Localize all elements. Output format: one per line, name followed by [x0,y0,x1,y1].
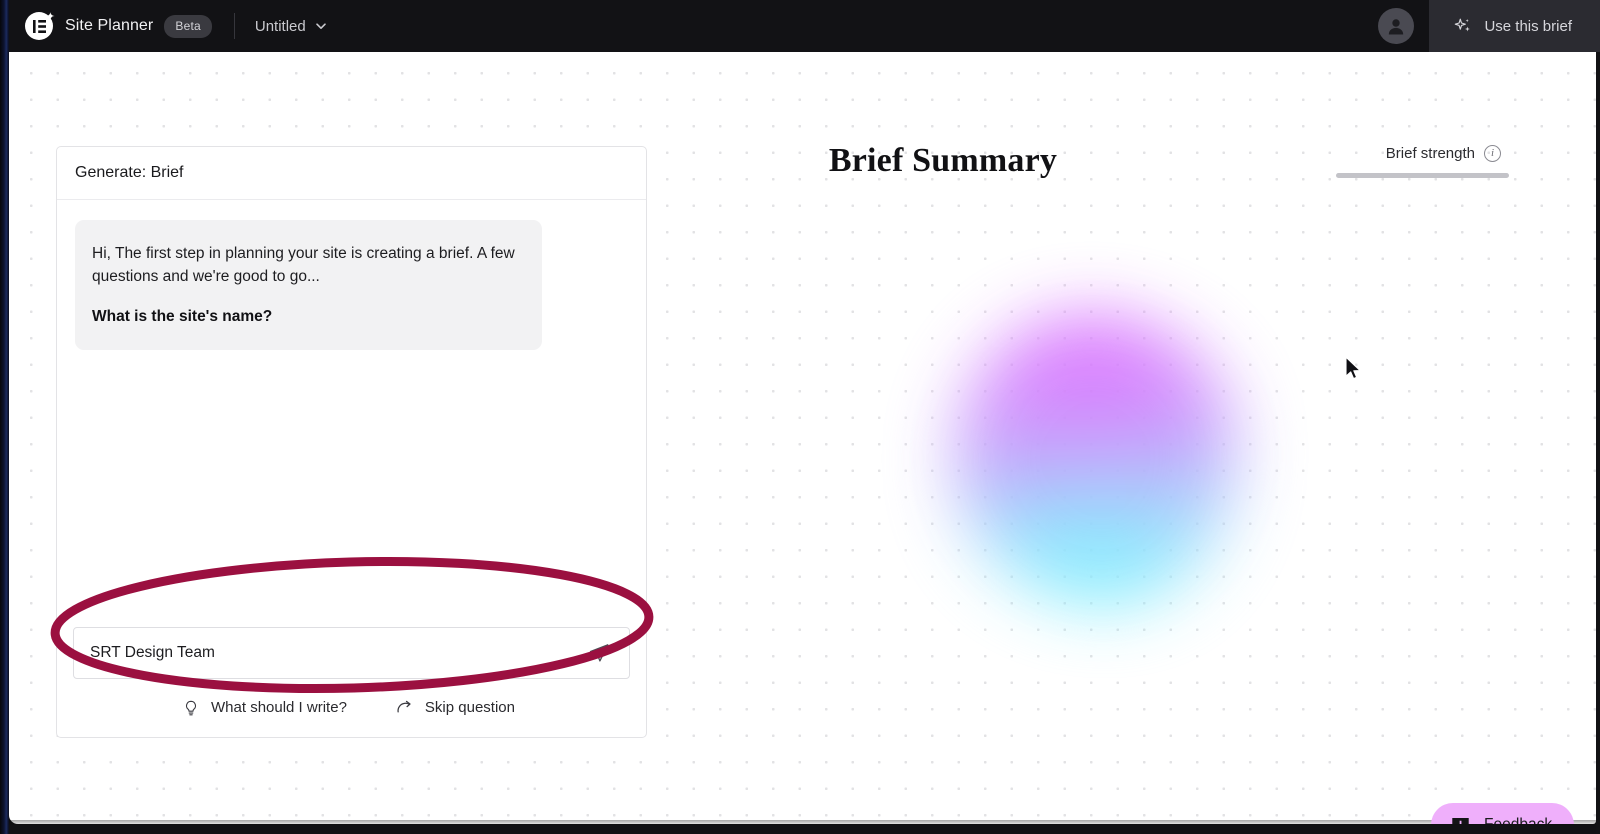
send-button[interactable] [585,639,613,667]
app-brand-name: Site Planner [65,17,154,34]
planner-canvas: Brief Summary Brief strength i Generate:… [9,52,1596,824]
assistant-intro-text: Hi, The first step in planning your site… [92,245,515,285]
assistant-question-text: What is the site's name? [92,308,273,325]
top-app-bar: ✦ Site Planner Beta Untitled Use this br… [9,0,1600,52]
what-should-i-write-label: What should I write? [211,699,347,716]
topbar-divider [233,13,235,39]
skip-question-label: Skip question [424,699,515,716]
user-avatar-icon [1389,19,1404,35]
lightbulb-icon [186,700,196,715]
topbar-left-group: ✦ Site Planner Beta Untitled [9,0,328,52]
panel-body: Hi, The first step in planning your site… [57,200,646,737]
mouse-pointer-icon [1345,356,1361,380]
brief-strength-header: Brief strength i [1309,145,1509,162]
beta-badge: Beta [164,14,212,38]
avatar[interactable] [1378,8,1415,44]
sparkle-icon: ✦ [45,10,55,23]
panel-header: Generate: Brief [57,147,646,200]
brief-summary-title: Brief Summary [828,142,1058,179]
document-title: Untitled [254,17,306,35]
feedback-label: Feedback [1484,816,1552,824]
topbar-right-group: Use this brief [1378,0,1600,52]
skip-question-button[interactable]: Skip question [395,698,515,717]
brief-summary-gradient-blob [954,314,1236,606]
window-right-edge [1596,52,1600,834]
brief-strength-label: Brief strength [1385,145,1475,162]
elementor-logo-icon[interactable]: ✦ [24,10,55,41]
app-window: ✦ Site Planner Beta Untitled Use this br… [0,0,1600,834]
document-title-dropdown[interactable]: Untitled [255,18,328,35]
window-left-edge [0,0,9,834]
panel-title: Generate: Brief [75,164,184,181]
ai-sparkles-icon [1455,18,1471,32]
assistant-message-bubble: Hi, The first step in planning your site… [75,220,542,350]
use-this-brief-button[interactable]: Use this brief [1429,0,1600,52]
generate-brief-panel: Generate: Brief Hi, The first step in pl… [56,146,647,738]
elementor-glyph-icon [32,19,46,33]
brief-strength-progress-track [1336,173,1509,178]
use-this-brief-label: Use this brief [1484,17,1572,35]
chevron-down-icon [315,23,326,29]
skip-arrow-icon [397,700,411,713]
feedback-speech-bubble-icon [1452,817,1469,824]
send-paper-plane-icon [589,644,609,662]
composer-input[interactable] [90,644,585,662]
panel-action-row: What should I write? Skip question [57,698,646,717]
answer-composer[interactable] [73,627,630,679]
feedback-button[interactable]: Feedback [1431,803,1575,824]
info-circle-icon[interactable]: i [1484,145,1501,162]
brief-strength-meter: Brief strength i [1309,145,1509,178]
what-should-i-write-button[interactable]: What should I write? [182,698,347,717]
